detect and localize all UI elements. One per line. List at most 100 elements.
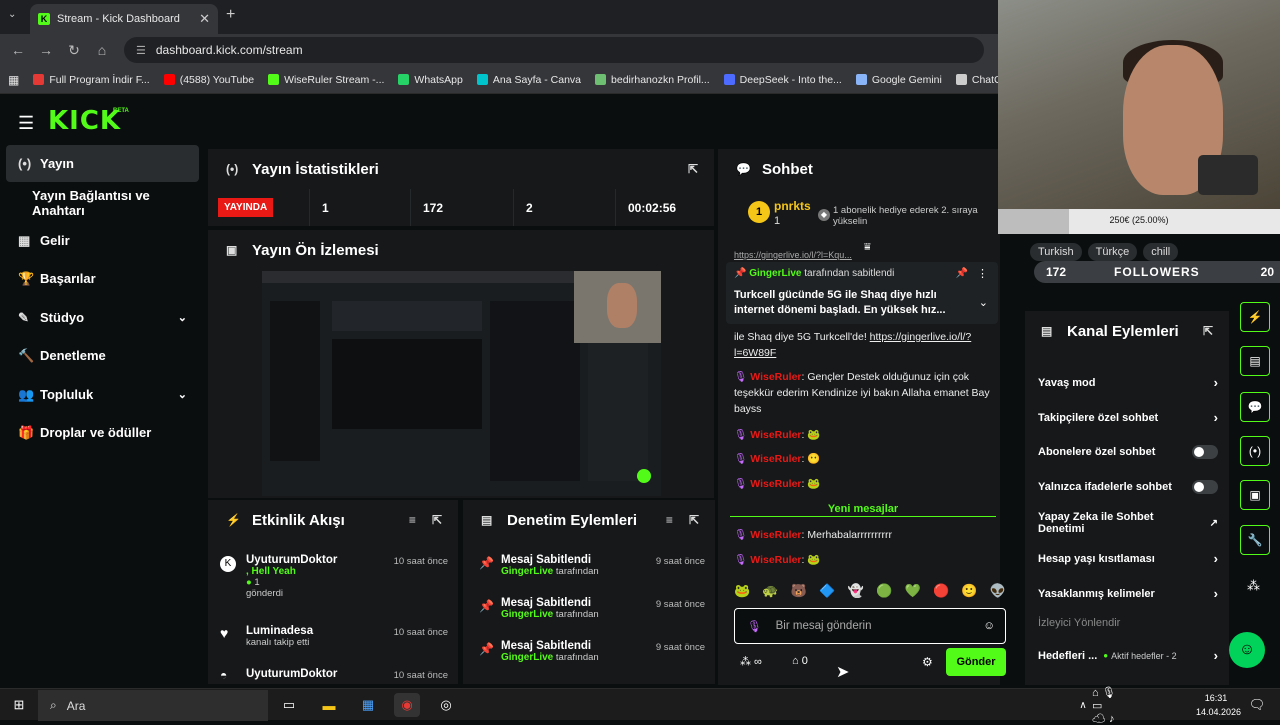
send-button[interactable]: Gönder [946, 648, 1006, 676]
subs-only-toggle[interactable] [1192, 445, 1218, 459]
bookmark-item[interactable]: WhatsApp [398, 74, 463, 86]
emote-only-row[interactable]: Yalnızca ifadelerle sohbet [1038, 480, 1218, 494]
sidebar-item-basarilar[interactable]: 🏆 Başarılar [6, 260, 199, 297]
new-messages-divider[interactable]: Yeni mesajlar [730, 503, 996, 517]
quick-action-lightning-icon[interactable]: ⚡ [1240, 302, 1270, 332]
task-view-icon[interactable]: ▭ [276, 693, 302, 717]
chat-input[interactable]: 🎙 Bir mesaj gönderin ☺ [734, 608, 1006, 644]
emote-icon[interactable]: 🐸 [734, 583, 750, 599]
gift-note: 1 abonelik hediye ederek 2. sıraya yükse… [833, 205, 978, 227]
filter-icon[interactable]: ≡ [666, 513, 673, 527]
home-icon[interactable]: ⌂ [88, 42, 116, 58]
apps-icon[interactable]: ▦ [8, 73, 19, 87]
url-field[interactable]: ☰ dashboard.kick.com/stream [124, 37, 984, 63]
ai-moderation-row[interactable]: Yapay Zeka ile Sohbet Denetimi ↗ [1038, 511, 1218, 535]
sub-count: 2 [514, 189, 616, 226]
lightning-icon: ⚡ [226, 513, 241, 527]
filter-icon[interactable]: ≡ [409, 513, 416, 527]
support-fab-button[interactable]: ☺ [1229, 632, 1265, 668]
popout-icon[interactable]: ⇱ [432, 513, 442, 527]
emote-only-toggle[interactable] [1192, 480, 1218, 494]
file-explorer-icon[interactable]: ▬ [316, 693, 342, 717]
bookmark-favicon-icon [33, 74, 45, 85]
stream-duration: 00:02:56 [628, 200, 677, 215]
back-icon[interactable]: ← [4, 42, 32, 58]
points-counter[interactable]: ⌂ 0 [792, 655, 808, 667]
chat-message: ile Shaq diye 5G Turkcell'de! https://gi… [734, 331, 972, 359]
moderation-actions-panel: ▤ Denetim Eylemleri ≡ ⇱ 📌 Mesaj Sabitlendi … [463, 500, 715, 684]
chat-users-icon[interactable]: ⁂ ∞ [740, 655, 762, 668]
close-tab-icon[interactable]: ✕ [199, 11, 210, 27]
chrome-icon[interactable]: ◉ [394, 693, 420, 717]
quick-action-users-icon[interactable]: ⁂ [1247, 578, 1260, 594]
new-tab-button[interactable]: + [226, 6, 235, 24]
reload-icon[interactable]: ↻ [60, 42, 88, 59]
stats-row: YAYINDA 1 172 2 00:02:56 [208, 189, 714, 226]
banned-words-row[interactable]: Yasaklanmış kelimeler › [1038, 586, 1218, 601]
emote-icon[interactable]: 👽 [990, 583, 1006, 599]
bookmark-item[interactable]: bedirhanozkn Profil... [595, 74, 710, 86]
bookmark-item[interactable]: Ana Sayfa - Canva [476, 74, 581, 86]
chat-partial-link[interactable]: https://gingerlive.io/l/?l=Kqu... [734, 247, 996, 263]
sidebar-item-gelir[interactable]: ▦ Gelir [6, 222, 199, 259]
sidebar-item-studyo[interactable]: ✎ Stüdyo ⌄ [6, 299, 199, 336]
notification-icon[interactable]: 🗨 [1244, 693, 1270, 717]
unpin-icon[interactable]: 📌 [956, 268, 968, 279]
browser-tab[interactable]: K Stream - Kick Dashboard ✕ [30, 4, 218, 34]
account-age-row[interactable]: Hesap yaşı kısıtlaması › [1038, 551, 1218, 566]
emote-icon[interactable]: 🔷 [819, 583, 835, 599]
followers-only-row[interactable]: Takipçilere özel sohbet › [1038, 410, 1218, 425]
mic-badge-icon: 🎙 [734, 371, 748, 383]
tab-search-icon[interactable]: ⌄ [8, 9, 16, 20]
quick-action-wrench-icon[interactable]: 🔧 [1240, 525, 1270, 555]
popout-icon[interactable]: ⇱ [1203, 324, 1213, 338]
bookmark-item[interactable]: (4588) YouTube [163, 74, 254, 86]
quick-action-video-icon[interactable]: ▣ [1240, 480, 1270, 510]
popout-icon[interactable]: ⇱ [689, 513, 699, 527]
quick-action-chat-icon[interactable]: 💬 [1240, 392, 1270, 422]
emoji-icon[interactable]: ☺ [983, 620, 995, 632]
site-info-icon[interactable]: ☰ [136, 44, 146, 57]
tray-icons[interactable]: ⌂ 🎙 ▭ ☁ ♪ [1092, 687, 1118, 725]
emote-icon[interactable]: 🙂 [961, 583, 977, 599]
bookmark-item[interactable]: WiseRuler Stream -... [268, 74, 384, 86]
emote-icon[interactable]: 🐻 [791, 583, 807, 599]
emote-icon[interactable]: 💚 [905, 583, 921, 599]
menu-icon[interactable]: ☰ [18, 113, 34, 134]
hammer-icon: 🔨 [18, 347, 35, 363]
sidebar-item-denetleme[interactable]: 🔨 Denetleme [6, 337, 199, 374]
sidebar-item-topluluk[interactable]: 👥 Topluluk ⌄ [6, 376, 199, 413]
taskbar-search[interactable]: ⌕ Ara [38, 690, 268, 721]
windows-start-icon[interactable]: ⊞ [6, 693, 32, 717]
sidebar-item-stream-key[interactable]: Yayın Bağlantısı ve Anahtarı [6, 184, 199, 221]
forward-icon[interactable]: → [32, 42, 60, 58]
store-icon[interactable]: ▦ [355, 693, 381, 717]
gift-icon: ◆ [818, 209, 830, 221]
slow-mode-row[interactable]: Yavaş mod › [1038, 375, 1218, 390]
subs-only-row[interactable]: Abonelere özel sohbet [1038, 445, 1218, 459]
popout-icon[interactable]: ⇱ [688, 162, 698, 176]
bookmark-item[interactable]: Full Program İndir F... [33, 74, 150, 86]
goals-row[interactable]: Hedefleri ... ● Aktif hedefler - 2 › [1038, 648, 1218, 663]
obs-icon[interactable]: ◎ [433, 693, 459, 717]
emote-icon[interactable]: 🐢 [762, 583, 778, 599]
taskbar-clock[interactable]: 16:31 14.04.2026 [1196, 691, 1241, 719]
bookmark-item[interactable]: Google Gemini [855, 74, 942, 86]
sidebar-item-droplar[interactable]: 🎁 Droplar ve ödüller [6, 414, 199, 451]
kick-logo[interactable]: KICK [48, 106, 121, 136]
chevron-down-icon[interactable]: ⌄ [979, 296, 988, 309]
more-options-icon[interactable]: ⋮ [977, 267, 988, 280]
broadcast-icon: (•) [18, 156, 32, 171]
emote-icon[interactable]: 👻 [848, 583, 864, 599]
rank-one-icon: 1 [748, 201, 770, 223]
mic-badge-icon: 🎙 [734, 478, 748, 490]
quick-action-document-icon[interactable]: ▤ [1240, 346, 1270, 376]
bookmark-item[interactable]: DeepSeek - Into the... [723, 74, 842, 86]
emote-icon[interactable]: 🔴 [933, 583, 949, 599]
stream-preview-video[interactable] [262, 271, 661, 496]
gear-icon[interactable]: ⚙ [922, 655, 933, 669]
pinned-message[interactable]: 📌 GingerLive tarafından sabitlendi 📌 ⋮ T… [726, 262, 998, 324]
sidebar-item-yayin[interactable]: (•) Yayın [6, 145, 199, 182]
emote-icon[interactable]: 🟢 [876, 583, 892, 599]
quick-action-broadcast-icon[interactable]: (•) [1240, 436, 1270, 466]
